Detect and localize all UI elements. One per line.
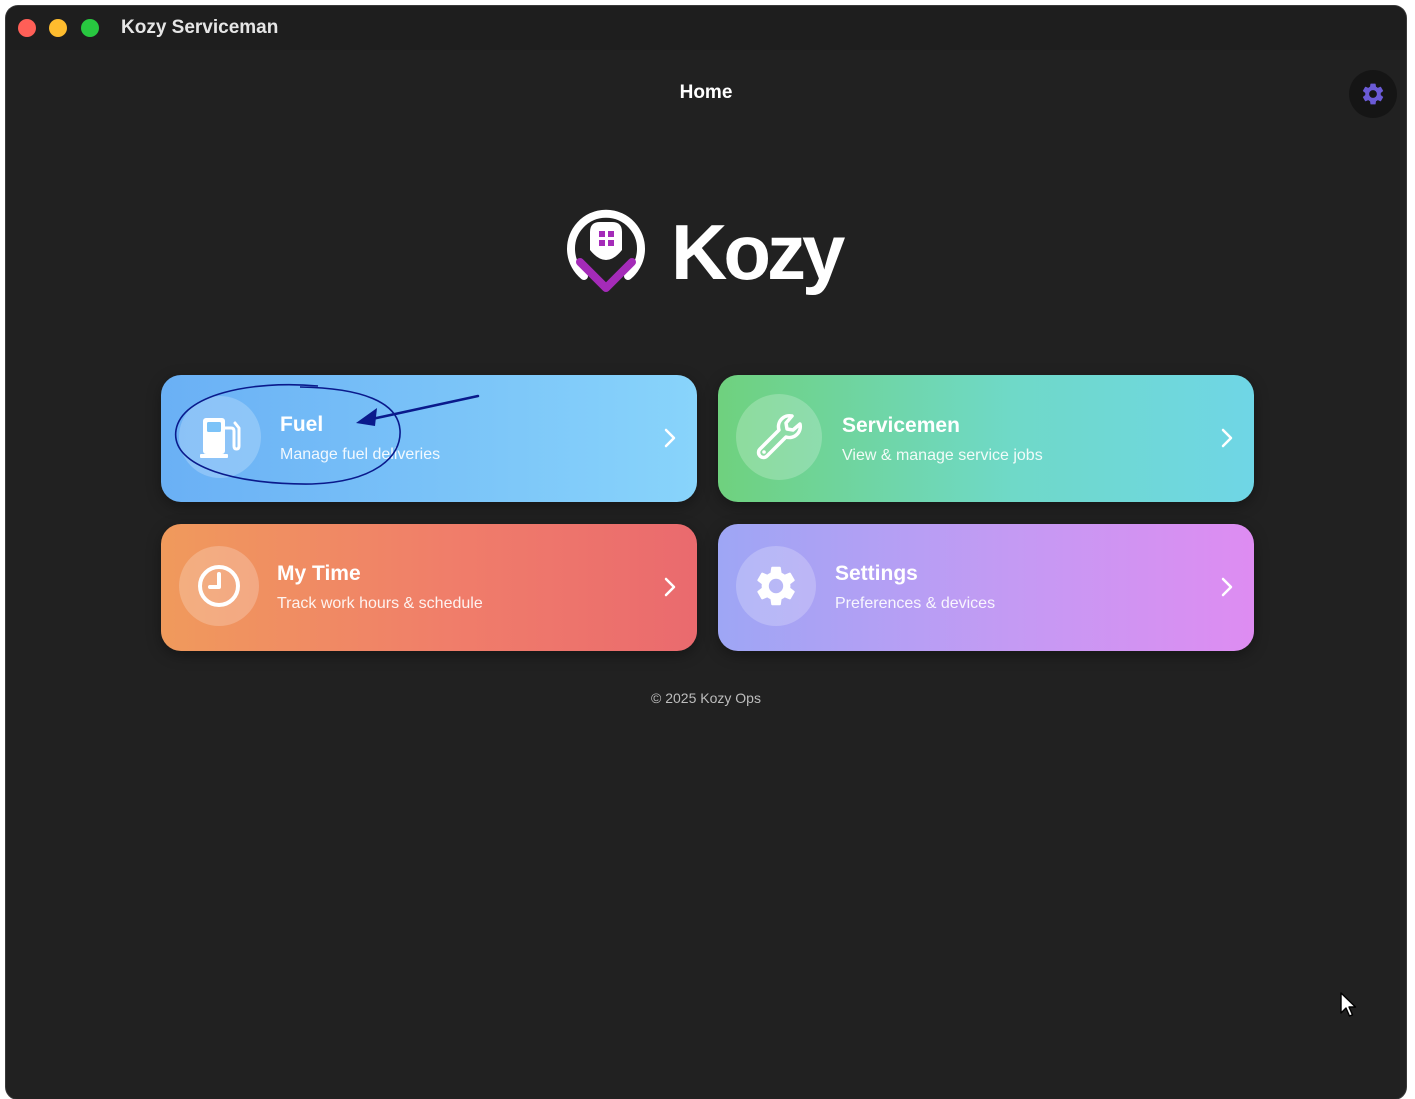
my-time-card-title: My Time [277, 562, 361, 585]
gear-icon [1362, 83, 1384, 105]
location-pin-home-icon [567, 209, 645, 292]
fuel-icon-circle [179, 396, 261, 478]
settings-icon-circle [736, 546, 816, 626]
my-time-card-subtitle: Track work hours & schedule [277, 595, 483, 612]
servicemen-card[interactable]: Servicemen View & manage service jobs [718, 375, 1254, 502]
chevron-right-icon [1221, 428, 1233, 448]
close-window-button[interactable] [18, 19, 36, 37]
gear-icon [757, 566, 795, 606]
kozy-logo: Kozy [566, 202, 866, 306]
mouse-cursor-icon [1340, 992, 1357, 1017]
settings-card-subtitle: Preferences & devices [835, 595, 996, 612]
fuel-card[interactable]: Fuel Manage fuel deliveries [161, 375, 697, 502]
page-title: Home [679, 82, 733, 103]
wrench-icon [756, 413, 803, 460]
footer-copyright: © 2025 Kozy Ops [651, 690, 761, 706]
fuel-card-title: Fuel [280, 413, 324, 436]
my-time-card[interactable]: My Time Track work hours & schedule [161, 524, 697, 651]
servicemen-icon-circle [736, 394, 822, 480]
window-title: Kozy Serviceman [121, 17, 279, 38]
servicemen-card-subtitle: View & manage service jobs [842, 447, 1043, 464]
chevron-right-icon [664, 577, 676, 597]
settings-card[interactable]: Settings Preferences & devices [718, 524, 1254, 651]
app-window: Kozy Serviceman Home Kozy Fuel Manage fu… [6, 6, 1406, 1099]
settings-card-title: Settings [835, 562, 918, 585]
settings-gear-button[interactable] [1349, 70, 1397, 118]
clock-icon [198, 565, 240, 607]
fuel-card-subtitle: Manage fuel deliveries [280, 446, 441, 463]
my-time-icon-circle [179, 546, 259, 626]
logo-wordmark: Kozy [671, 208, 845, 296]
chevron-right-icon [1221, 577, 1233, 597]
servicemen-card-title: Servicemen [842, 414, 960, 437]
fuel-pump-icon [200, 418, 241, 458]
chevron-right-icon [664, 428, 676, 448]
title-bar: Kozy Serviceman [6, 6, 1406, 50]
maximize-window-button[interactable] [81, 19, 99, 37]
minimize-window-button[interactable] [49, 19, 67, 37]
